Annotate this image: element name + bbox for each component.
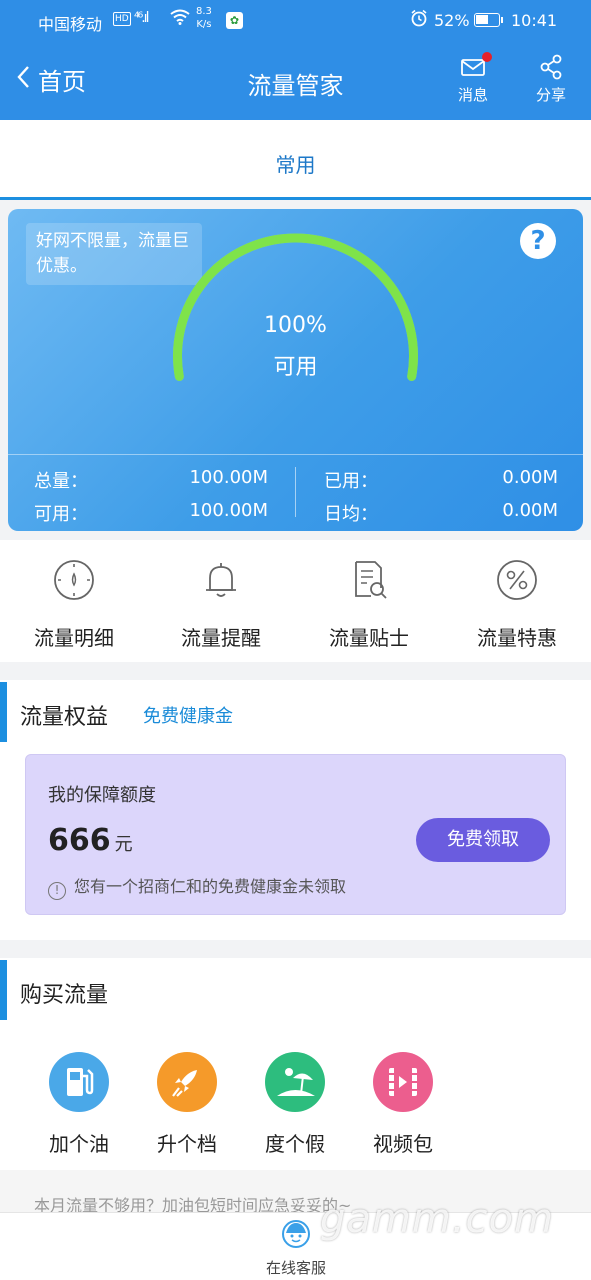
share-label: 分享 (535, 86, 566, 104)
amount-unit: 元 (114, 834, 133, 855)
unread-dot (482, 52, 492, 62)
customer-service-icon (282, 1220, 310, 1248)
package-label: 度个假 (265, 1132, 325, 1156)
tool-usage-tips[interactable]: 流量贴士 (299, 558, 439, 651)
rocket-icon (157, 1052, 217, 1112)
help-icon[interactable]: ? (520, 223, 556, 259)
package-label: 加个油 (49, 1132, 109, 1156)
used-value: 0.00M (502, 467, 558, 488)
beach-icon (265, 1052, 325, 1112)
alarm-icon (410, 9, 428, 32)
buy-title: 购买流量 (20, 983, 109, 1008)
coverage-note: ! 您有一个招商仁和的免费健康金未领取 (48, 873, 346, 900)
package-upgrade[interactable]: 升个档 (132, 1052, 242, 1157)
bell-icon (206, 563, 236, 597)
used-label: 已用： (324, 471, 378, 492)
benefits-title: 流量权益 (20, 705, 109, 730)
tool-label: 流量明细 (34, 626, 114, 650)
battery-percent: 52% (434, 11, 470, 30)
package-video[interactable]: 视频包 (348, 1052, 458, 1157)
speed-unit: K/s (196, 19, 212, 30)
back-button[interactable]: 首页 (16, 62, 86, 97)
health-fund-link[interactable]: 免费健康金 (143, 702, 233, 728)
service-label: 在线客服 (265, 1259, 326, 1277)
signal-icon: ⁴⁶.ıl (134, 10, 150, 26)
amount-value: 666 (48, 823, 111, 858)
daily-label: 日均： (324, 504, 378, 525)
claim-button[interactable]: 免费领取 (416, 818, 550, 862)
divider (295, 467, 296, 517)
online-service-button[interactable]: 在线客服 (250, 1219, 342, 1278)
package-vacation[interactable]: 度个假 (240, 1052, 350, 1157)
messages-button[interactable]: 消息 (452, 52, 494, 105)
hd-badge: HD (113, 12, 131, 26)
tool-usage-reminder[interactable]: 流量提醒 (151, 558, 291, 651)
share-button[interactable]: 分享 (530, 52, 572, 105)
messages-label: 消息 (457, 86, 488, 104)
speed-value: 8.3 (196, 6, 212, 17)
tool-usage-deals[interactable]: 流量特惠 (447, 558, 587, 651)
tool-label: 流量特惠 (477, 626, 557, 650)
fuel-icon (49, 1052, 109, 1112)
compass-icon (54, 560, 94, 600)
package-label: 升个档 (157, 1132, 217, 1156)
data-usage-card: 好网不限量，流量巨优惠。 ? 100% 可用 总量： 100.00M 可用： 1… (8, 209, 583, 531)
app-header: 中国移动 HD ⁴⁶.ıl 8.3 K/s ✿ 52% 10:41 首页 流量管家… (0, 0, 591, 120)
battery-tip (501, 17, 503, 23)
carrier-name: 中国移动 (38, 15, 103, 34)
coverage-title: 我的保障额度 (48, 785, 156, 806)
available-value: 100.00M (189, 500, 268, 521)
clock: 10:41 (511, 11, 558, 30)
section-accent (0, 960, 7, 1020)
tab-bar: 常用 (0, 120, 591, 200)
available-percent: 100% (264, 313, 327, 338)
coverage-amount: 666 元 (48, 823, 133, 858)
info-icon: ! (48, 882, 66, 900)
back-label: 首页 (38, 68, 86, 96)
quick-tools: 流量明细 流量提醒 流量贴士 流量特惠 (0, 540, 591, 662)
total-label: 总量： (34, 471, 88, 492)
chevron-left-icon (16, 65, 30, 94)
package-label: 视频包 (373, 1132, 433, 1156)
total-value: 100.00M (189, 467, 268, 488)
tab-indicator (0, 197, 591, 200)
available-label: 可用 (273, 355, 318, 380)
available-stat-label: 可用： (34, 504, 88, 525)
percent-icon (497, 560, 537, 600)
network-speed: 8.3 K/s (196, 5, 212, 31)
coverage-card: 我的保障额度 666 元 免费领取 ! 您有一个招商仁和的免费健康金未领取 (25, 754, 566, 915)
section-accent (0, 682, 7, 742)
divider (8, 454, 583, 455)
document-search-icon (355, 561, 387, 599)
note-text: 您有一个招商仁和的免费健康金未领取 (74, 877, 347, 896)
battery-icon (474, 13, 500, 27)
page-title: 流量管家 (247, 72, 344, 100)
sim-icon: ✿ (226, 12, 243, 29)
bottom-bar: 在线客服 (0, 1212, 591, 1280)
tab-common[interactable]: 常用 (0, 149, 591, 178)
status-bar: 中国移动 HD ⁴⁶.ıl 8.3 K/s ✿ 52% 10:41 (0, 0, 591, 42)
share-icon (540, 54, 562, 80)
film-icon (373, 1052, 433, 1112)
tool-label: 流量贴士 (329, 626, 409, 650)
daily-value: 0.00M (502, 500, 558, 521)
tool-label: 流量提醒 (181, 626, 261, 650)
wifi-icon (170, 9, 190, 29)
package-refuel[interactable]: 加个油 (24, 1052, 134, 1157)
tool-usage-detail[interactable]: 流量明细 (4, 558, 144, 651)
